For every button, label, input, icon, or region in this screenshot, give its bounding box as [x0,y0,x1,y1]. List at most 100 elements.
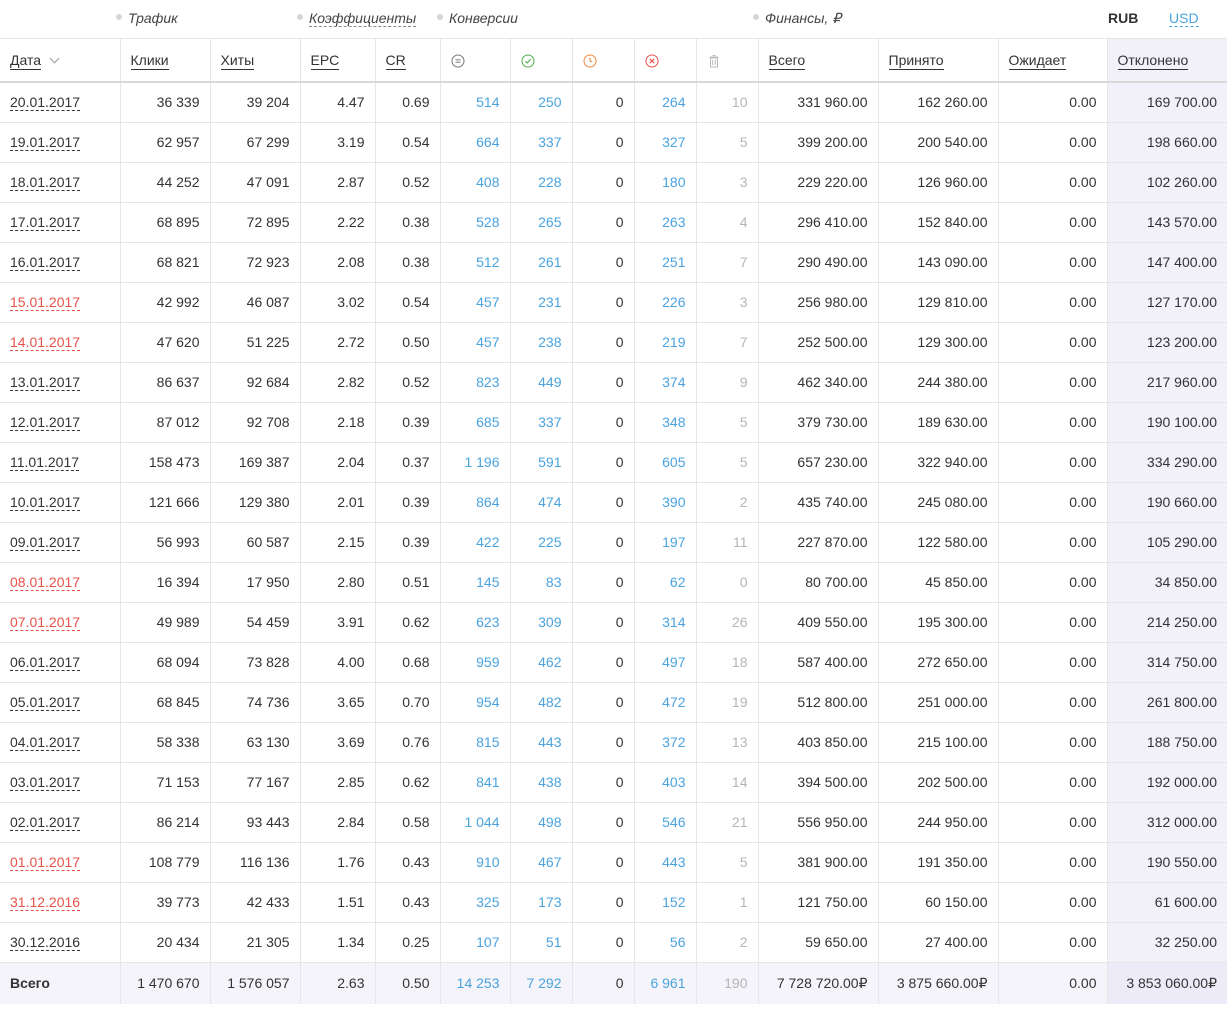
cell-conv-rejected[interactable]: 152 [634,882,697,923]
cell-conv-approved[interactable]: 228 [510,162,573,203]
cell-conv-all[interactable]: 664 [440,122,511,163]
cell-conv-all[interactable]: 457 [440,322,511,363]
date-link[interactable]: 18.01.2017 [10,174,81,191]
cell-conv-rejected[interactable]: 264 [634,82,697,123]
col-conv-approved-header[interactable] [510,39,573,83]
cell-date[interactable]: 04.01.2017 [0,722,121,763]
cell-conv-all[interactable]: 107 [440,922,511,963]
cell-conv-approved[interactable]: 591 [510,442,573,483]
date-link[interactable]: 19.01.2017 [10,134,81,151]
cell-date[interactable]: 01.01.2017 [0,842,121,883]
cell-date[interactable]: 10.01.2017 [0,482,121,523]
cell-date[interactable]: 30.12.2016 [0,922,121,963]
cell-conv-all[interactable]: 512 [440,242,511,283]
cell-conv-rejected[interactable]: 180 [634,162,697,203]
cell-conv-rejected[interactable]: 390 [634,482,697,523]
date-link[interactable]: 03.01.2017 [10,774,81,791]
cell-conv-all[interactable]: 959 [440,642,511,683]
cell-date[interactable]: 14.01.2017 [0,322,121,363]
cell-date[interactable]: 03.01.2017 [0,762,121,803]
cell-conv-rejected[interactable]: 56 [634,922,697,963]
cell-date[interactable]: 20.01.2017 [0,82,121,123]
cell-conv-approved[interactable]: 225 [510,522,573,563]
cell-conv-approved[interactable]: 474 [510,482,573,523]
col-hits-header[interactable]: Хиты [210,39,301,83]
date-link[interactable]: 15.01.2017 [10,294,81,311]
cell-date[interactable]: 13.01.2017 [0,362,121,403]
cell-conv-all[interactable]: 623 [440,602,511,643]
cell-conv-approved[interactable]: 265 [510,202,573,243]
col-pending-header[interactable]: Ожидает [998,39,1108,83]
date-link[interactable]: 10.01.2017 [10,494,81,511]
date-link[interactable]: 14.01.2017 [10,334,81,351]
col-conv-rejected-header[interactable] [634,39,697,83]
cell-conv-all[interactable]: 823 [440,362,511,403]
cell-conv-approved[interactable]: 449 [510,362,573,403]
cell-conv-approved[interactable]: 462 [510,642,573,683]
cell-conv-rejected[interactable]: 62 [634,562,697,603]
date-link[interactable]: 11.01.2017 [10,454,80,471]
cell-conv-approved[interactable]: 231 [510,282,573,323]
cell-conv-all[interactable]: 145 [440,562,511,603]
currency-rub[interactable]: RUB [1108,10,1138,26]
cell-date[interactable]: 16.01.2017 [0,242,121,283]
col-conv-all-header[interactable] [440,39,511,83]
cell-conv-approved[interactable]: 337 [510,122,573,163]
currency-usd-link[interactable]: USD [1169,10,1199,27]
col-date-header[interactable]: Дата [0,39,121,83]
date-link[interactable]: 16.01.2017 [10,254,81,271]
cell-date[interactable]: 12.01.2017 [0,402,121,443]
col-cr-header[interactable]: CR [375,39,441,83]
date-link[interactable]: 06.01.2017 [10,654,81,671]
date-link[interactable]: 08.01.2017 [10,574,81,591]
cell-conv-approved[interactable]: 173 [510,882,573,923]
cell-conv-all[interactable]: 408 [440,162,511,203]
cell-conv-approved[interactable]: 309 [510,602,573,643]
cell-date[interactable]: 09.01.2017 [0,522,121,563]
cell-date[interactable]: 02.01.2017 [0,802,121,843]
cell-date[interactable]: 19.01.2017 [0,122,121,163]
cell-conv-rejected[interactable]: 374 [634,362,697,403]
cell-conv-all[interactable]: 528 [440,202,511,243]
cell-conv-all[interactable]: 954 [440,682,511,723]
cell-conv-all[interactable]: 841 [440,762,511,803]
cell-conv-rejected[interactable]: 197 [634,522,697,563]
cell-conv-all[interactable]: 422 [440,522,511,563]
cell-conv-approved[interactable]: 438 [510,762,573,803]
date-link[interactable]: 31.12.2016 [10,894,81,911]
date-link[interactable]: 05.01.2017 [10,694,81,711]
cell-conv-rejected[interactable]: 605 [634,442,697,483]
cell-conv-all[interactable]: 910 [440,842,511,883]
cell-date[interactable]: 06.01.2017 [0,642,121,683]
cell-conv-rejected[interactable]: 497 [634,642,697,683]
cell-conv-all[interactable]: 815 [440,722,511,763]
col-epc-header[interactable]: EPC [300,39,376,83]
date-link[interactable]: 20.01.2017 [10,94,81,112]
date-link[interactable]: 09.01.2017 [10,534,81,551]
cell-conv-rejected[interactable]: 443 [634,842,697,883]
cell-date[interactable]: 08.01.2017 [0,562,121,603]
cell-conv-rejected[interactable]: 403 [634,762,697,803]
cell-date[interactable]: 07.01.2017 [0,602,121,643]
cell-conv-approved[interactable]: 250 [510,82,573,123]
cell-conv-rejected[interactable]: 314 [634,602,697,643]
date-link[interactable]: 02.01.2017 [10,814,81,831]
col-conv-hold-header[interactable] [572,39,635,83]
cell-conv-approved[interactable]: 238 [510,322,573,363]
cell-date[interactable]: 18.01.2017 [0,162,121,203]
cell-conv-all[interactable]: 457 [440,282,511,323]
cell-conv-all[interactable]: 1 196 [440,442,511,483]
cell-conv-rejected[interactable]: 219 [634,322,697,363]
col-total-header[interactable]: Всего [758,39,879,83]
date-link[interactable]: 12.01.2017 [10,414,81,431]
date-link[interactable]: 13.01.2017 [10,374,81,391]
cell-conv-rejected[interactable]: 372 [634,722,697,763]
cell-conv-approved[interactable]: 467 [510,842,573,883]
cell-conv-approved[interactable]: 261 [510,242,573,283]
cell-conv-all[interactable]: 514 [440,82,511,123]
date-link[interactable]: 30.12.2016 [10,934,81,951]
cell-conv-rejected[interactable]: 263 [634,202,697,243]
cell-date[interactable]: 05.01.2017 [0,682,121,723]
col-rejected-header[interactable]: Отклонено [1107,39,1227,83]
cell-conv-all[interactable]: 1 044 [440,802,511,843]
